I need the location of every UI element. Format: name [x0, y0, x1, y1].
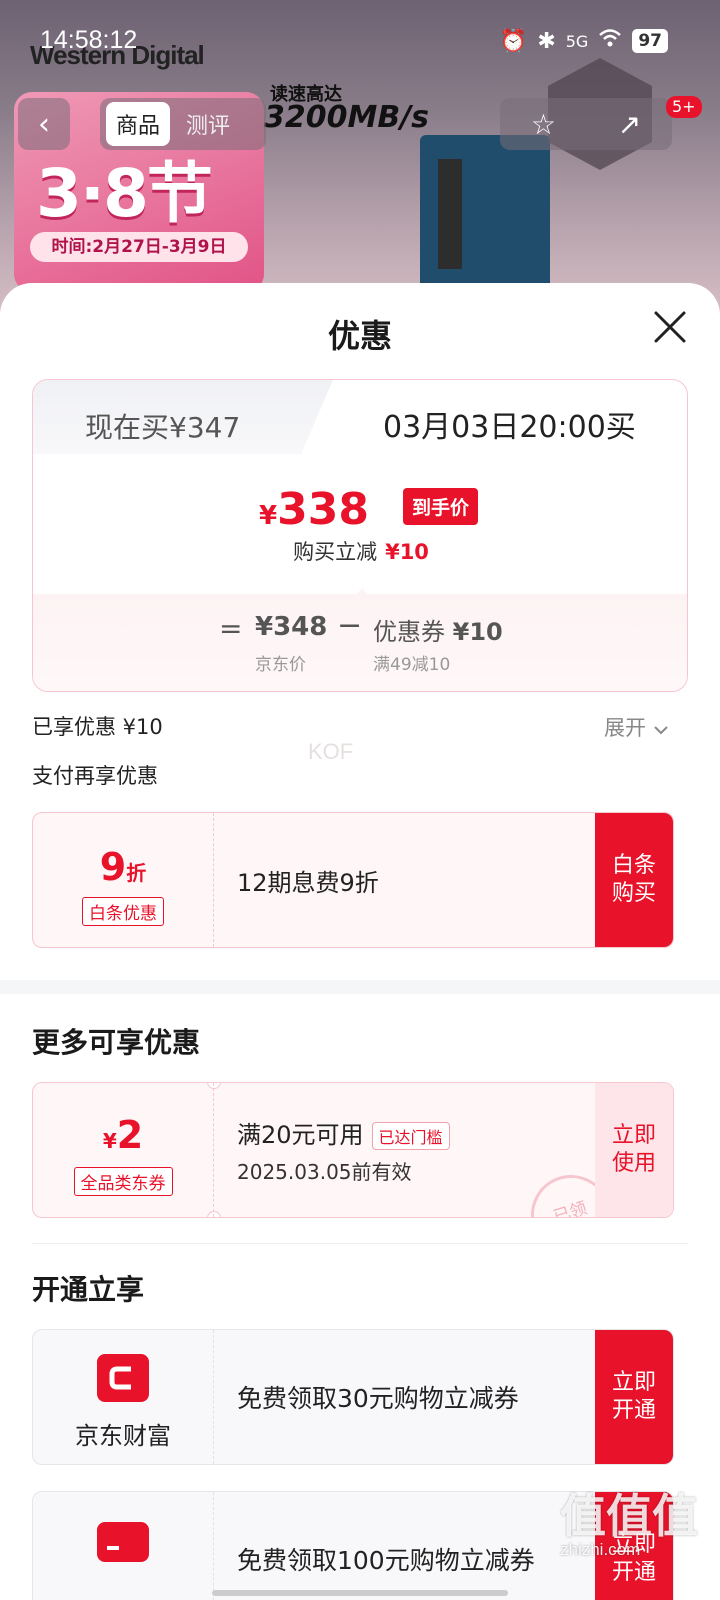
- baitiao-buy-button[interactable]: 白条购买: [595, 813, 673, 947]
- watermark-text: KOF: [308, 739, 354, 764]
- open-benefit-desc: 免费领取100元购物立减券: [237, 1546, 535, 1575]
- coupon-type-tag: 全品类东券: [73, 1167, 173, 1196]
- festival-title: 3·8节: [36, 155, 213, 232]
- open-now-button[interactable]: 立即开通: [595, 1330, 673, 1464]
- alarm-icon: ⏰: [499, 28, 528, 54]
- close-button[interactable]: [650, 307, 690, 347]
- corner-watermark-url: zhizhi.com: [560, 1540, 641, 1559]
- threshold-reached-tag: 已达门槛: [371, 1122, 450, 1150]
- tab-buy-now-label[interactable]: 现在买¥347: [85, 406, 240, 446]
- status-bar: 14:58:12 ⏰ ✱ 5G 97: [0, 20, 720, 60]
- coupon-condition: 满20元可用 已达门槛: [237, 1115, 450, 1150]
- status-time: 14:58:12: [40, 26, 138, 54]
- bluetooth-icon: ✱: [537, 28, 556, 54]
- tab-buy-later-label[interactable]: 03月03日20:00买: [383, 402, 636, 446]
- corner-watermark-logo: 值值值: [560, 1489, 698, 1543]
- jd-wealth-label: 京东财富: [75, 1422, 171, 1450]
- coupon-amount: ¥2: [102, 1113, 144, 1157]
- jd-price: ¥348: [255, 612, 328, 642]
- chevron-left-icon: ‹: [38, 106, 50, 142]
- divider-line: [32, 1243, 688, 1244]
- open-benefits-title: 开通立享: [32, 1273, 145, 1306]
- back-button[interactable]: ‹: [18, 98, 70, 150]
- home-indicator[interactable]: [212, 1590, 508, 1596]
- coupon-expiry: 2025.03.05前有效: [237, 1160, 412, 1184]
- baitiao-tag: 白条优惠: [82, 897, 164, 926]
- tab-product[interactable]: 商品: [106, 102, 171, 146]
- ssd-product-image: [420, 135, 550, 295]
- wifi-icon: [598, 28, 622, 54]
- discount-sheet: 优惠 现在买¥347 03月03日20:00买 ¥338 到手价 购买立减 ¥10…: [0, 283, 720, 1600]
- card-icon: [97, 1522, 149, 1562]
- jd-price-label: 京东价: [255, 655, 306, 675]
- chevron-down-icon: [653, 726, 668, 735]
- cart-count-badge: 5+: [666, 96, 702, 118]
- share-icon[interactable]: ↗: [618, 108, 641, 141]
- pay-hint: 支付再享优惠: [32, 764, 158, 788]
- sheet-title: 优惠: [327, 317, 392, 355]
- signal-icon: 5G: [565, 31, 589, 51]
- coupon-rule: 满49减10: [373, 655, 451, 675]
- final-price: ¥338: [259, 484, 369, 535]
- open-benefit-desc: 免费领取30元购物立减券: [237, 1384, 519, 1413]
- enjoyed-discount: 已享优惠 ¥10: [32, 715, 163, 739]
- festival-dates: 时间:2月27日-3月9日: [30, 232, 248, 262]
- more-offers-title: 更多可享优惠: [32, 1026, 201, 1059]
- price-card: 现在买¥347 03月03日20:00买 ¥338 到手价 购买立减 ¥10 = …: [32, 379, 688, 692]
- instant-reduce: 购买立减 ¥10: [293, 540, 429, 564]
- star-icon[interactable]: ☆: [531, 108, 556, 141]
- baitiao-offer[interactable]: 9折 白条优惠 12期息费9折 白条购买: [32, 812, 674, 948]
- jd-wealth-icon: [97, 1354, 149, 1402]
- tab-review[interactable]: 测评: [176, 102, 240, 146]
- open-benefit-item[interactable]: 京东财富 免费领取30元购物立减券 立即开通: [32, 1329, 674, 1465]
- price-formula: = ¥348 京东价 − 优惠券 ¥10 满49减10: [33, 594, 687, 691]
- use-coupon-button[interactable]: 立即使用: [595, 1083, 673, 1217]
- section-separator: [0, 980, 720, 994]
- coupon-card[interactable]: ¥2 全品类东券 满20元可用 已达门槛 2025.03.05前有效 已领 立即使…: [32, 1082, 674, 1218]
- final-price-tag: 到手价: [403, 488, 479, 525]
- expand-button[interactable]: 展开: [604, 712, 669, 742]
- speed-value: 3200MB/s: [264, 100, 430, 135]
- product-tabs: 商品 测评: [100, 98, 266, 150]
- baitiao-discount: 9折: [99, 845, 147, 889]
- battery-indicator: 97: [632, 29, 668, 53]
- close-icon: [654, 311, 686, 343]
- coupon-deduction: 优惠券 ¥10: [373, 618, 503, 646]
- baitiao-desc: 12期息费9折: [237, 868, 379, 897]
- top-actions: ☆ ↗: [500, 98, 672, 150]
